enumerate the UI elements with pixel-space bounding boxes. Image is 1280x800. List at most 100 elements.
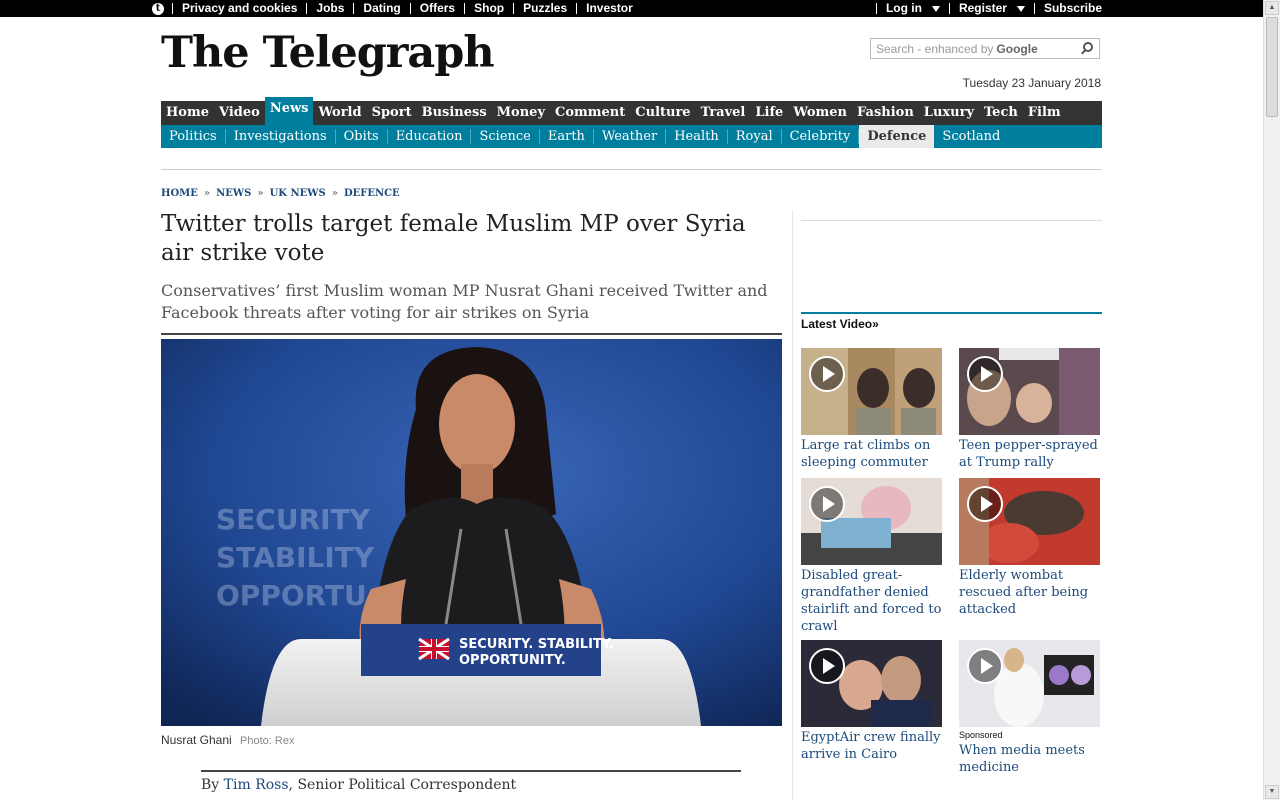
photo-caption: Nusrat Ghani Photo: Rex xyxy=(161,733,294,747)
nav-comment[interactable]: Comment xyxy=(550,101,630,125)
nav-travel[interactable]: Travel xyxy=(696,101,751,125)
video-thumbnail[interactable] xyxy=(959,640,1100,727)
article-main-photo: SECURITY STABILITY OPPORTU SECURITY. STA… xyxy=(161,339,782,726)
page-scrollbar[interactable]: ▲ ▼ xyxy=(1263,0,1280,800)
register-link[interactable]: Register xyxy=(948,1,1034,15)
offers-link[interactable]: Offers xyxy=(409,2,464,14)
video-card[interactable]: Elderly wombat rescued after being attac… xyxy=(959,478,1100,618)
author-link[interactable]: Tim Ross xyxy=(224,777,289,793)
search-placeholder: Search - enhanced by xyxy=(876,41,994,56)
subscribe-link[interactable]: Subscribe xyxy=(1033,2,1111,14)
register-label: Register xyxy=(958,1,1007,15)
search-icon[interactable] xyxy=(1083,42,1093,52)
play-icon[interactable] xyxy=(809,356,845,392)
subnav-royal[interactable]: Royal xyxy=(728,129,782,144)
subnav-investigations[interactable]: Investigations xyxy=(226,129,336,144)
video-thumbnail[interactable] xyxy=(959,348,1100,435)
telegraph-logo[interactable]: The Telegraph xyxy=(161,28,495,78)
byline-prefix: By xyxy=(201,777,220,793)
video-thumbnail[interactable] xyxy=(801,478,942,565)
top-bar-left: t Privacy and cookies Jobs Dating Offers… xyxy=(152,0,642,17)
subnav-obits[interactable]: Obits xyxy=(336,129,388,144)
nav-women[interactable]: Women xyxy=(788,101,852,125)
search-box[interactable]: Search - enhanced by Google xyxy=(870,38,1100,59)
breadcrumb-news[interactable]: NEWS xyxy=(216,188,251,199)
video-card[interactable]: Large rat climbs on sleeping commuter xyxy=(801,348,942,471)
breadcrumb-separator: » xyxy=(331,188,338,199)
login-link[interactable]: Log in xyxy=(875,2,949,14)
video-card[interactable]: Teen pepper-sprayed at Trump rally xyxy=(959,348,1100,471)
subnav-health[interactable]: Health xyxy=(666,129,728,144)
author-role: , Senior Political Correspondent xyxy=(288,777,517,793)
video-thumbnail[interactable] xyxy=(801,640,942,727)
latest-video-heading[interactable]: Latest Video» xyxy=(801,317,879,331)
video-title[interactable]: When media meets medicine xyxy=(959,742,1100,776)
nav-money[interactable]: Money xyxy=(492,101,550,125)
subnav-politics[interactable]: Politics xyxy=(161,129,226,144)
photo-bg-text: OPPORTU xyxy=(216,579,367,612)
divider xyxy=(161,169,1102,170)
subnav-earth[interactable]: Earth xyxy=(540,129,594,144)
nav-video[interactable]: Video xyxy=(214,101,265,125)
investor-link[interactable]: Investor xyxy=(576,2,642,14)
divider xyxy=(161,333,782,335)
video-thumbnail[interactable] xyxy=(959,478,1100,565)
play-icon[interactable] xyxy=(967,486,1003,522)
subnav-celebrity[interactable]: Celebrity xyxy=(782,129,860,144)
jobs-link[interactable]: Jobs xyxy=(306,2,353,14)
nav-world[interactable]: World xyxy=(313,101,366,125)
nav-sport[interactable]: Sport xyxy=(367,101,417,125)
top-utility-bar: t Privacy and cookies Jobs Dating Offers… xyxy=(0,0,1264,17)
podium-text: OPPORTUNITY. xyxy=(459,653,566,668)
secondary-nav: Politics Investigations Obits Education … xyxy=(161,125,1102,148)
video-thumbnail[interactable] xyxy=(801,348,942,435)
union-flag-icon xyxy=(418,637,450,661)
scroll-up-arrow-icon[interactable]: ▲ xyxy=(1265,1,1279,15)
photo-bg-text: SECURITY xyxy=(216,503,371,536)
video-card[interactable]: Sponsored When media meets medicine xyxy=(959,640,1100,776)
nav-film[interactable]: Film xyxy=(1023,101,1066,125)
video-card[interactable]: EgyptAir crew finally arrive in Cairo xyxy=(801,640,942,763)
video-title[interactable]: Disabled great-grandfather denied stairl… xyxy=(801,567,942,635)
subnav-weather[interactable]: Weather xyxy=(594,129,667,144)
play-icon[interactable] xyxy=(967,356,1003,392)
breadcrumb-uk-news[interactable]: UK NEWS xyxy=(270,188,326,199)
puzzles-link[interactable]: Puzzles xyxy=(513,2,576,14)
divider xyxy=(201,770,741,772)
sponsored-label: Sponsored xyxy=(959,730,1003,740)
nav-business[interactable]: Business xyxy=(417,101,492,125)
privacy-cookies-link[interactable]: Privacy and cookies xyxy=(172,2,306,14)
current-date: Tuesday 23 January 2018 xyxy=(962,76,1101,90)
scroll-down-arrow-icon[interactable]: ▼ xyxy=(1265,785,1279,799)
subnav-education[interactable]: Education xyxy=(388,129,472,144)
subnav-scotland[interactable]: Scotland xyxy=(934,129,1008,144)
video-card[interactable]: Disabled great-grandfather denied stairl… xyxy=(801,478,942,635)
shop-link[interactable]: Shop xyxy=(464,2,513,14)
divider xyxy=(801,220,1102,221)
nav-tech[interactable]: Tech xyxy=(979,101,1023,125)
video-title[interactable]: Large rat climbs on sleeping commuter xyxy=(801,437,942,471)
breadcrumb-home[interactable]: HOME xyxy=(161,188,198,199)
nav-home[interactable]: Home xyxy=(161,101,214,125)
nav-luxury[interactable]: Luxury xyxy=(919,101,979,125)
video-title[interactable]: Teen pepper-sprayed at Trump rally xyxy=(959,437,1100,471)
nav-culture[interactable]: Culture xyxy=(630,101,695,125)
google-brand-label: Google xyxy=(996,41,1038,56)
play-icon[interactable] xyxy=(809,486,845,522)
play-icon[interactable] xyxy=(967,648,1003,684)
breadcrumb-defence[interactable]: DEFENCE xyxy=(344,188,400,199)
subnav-defence[interactable]: Defence xyxy=(859,125,935,148)
nav-life[interactable]: Life xyxy=(750,101,788,125)
subnav-science[interactable]: Science xyxy=(471,129,540,144)
telegraph-t-logo-icon[interactable]: t xyxy=(152,2,164,15)
top-bar-right: Log in Register Subscribe xyxy=(875,0,1111,17)
nav-news[interactable]: News xyxy=(264,97,314,125)
dating-link[interactable]: Dating xyxy=(353,2,409,14)
nav-fashion[interactable]: Fashion xyxy=(852,101,919,125)
play-icon[interactable] xyxy=(809,648,845,684)
scrollbar-thumb[interactable] xyxy=(1266,17,1278,117)
breadcrumb-separator: » xyxy=(257,188,264,199)
breadcrumb: HOME » NEWS » UK NEWS » DEFENCE xyxy=(161,188,400,199)
video-title[interactable]: Elderly wombat rescued after being attac… xyxy=(959,567,1100,618)
video-title[interactable]: EgyptAir crew finally arrive in Cairo xyxy=(801,729,942,763)
